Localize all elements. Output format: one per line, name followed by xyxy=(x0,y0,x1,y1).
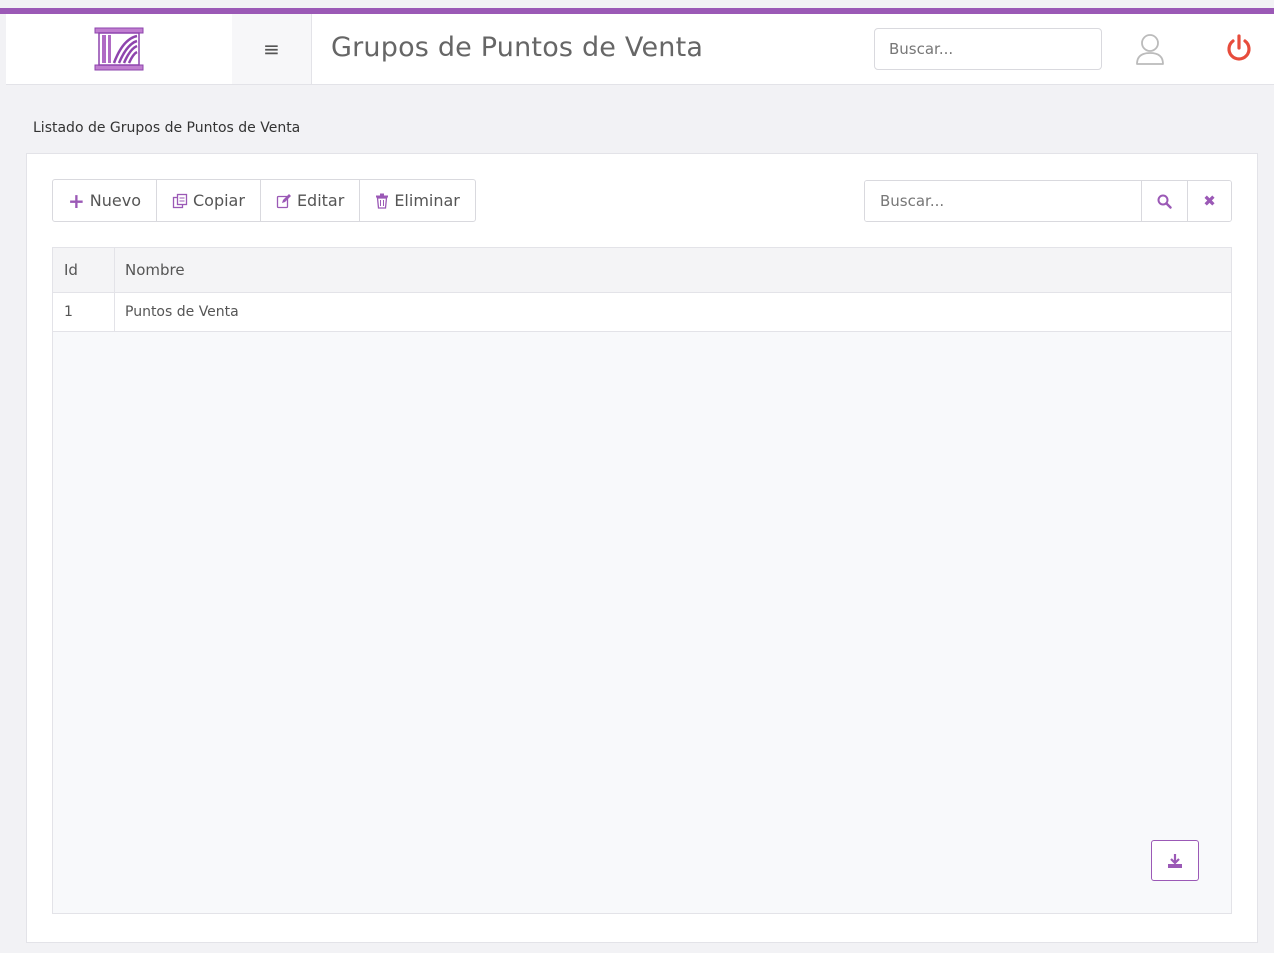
grid-search-group: ✖ xyxy=(864,180,1232,222)
copy-icon xyxy=(172,193,188,209)
user-icon[interactable] xyxy=(1134,32,1166,66)
trash-icon xyxy=(375,193,389,209)
power-icon[interactable] xyxy=(1225,34,1253,64)
grid-header-row: Id Nombre xyxy=(53,248,1231,293)
column-header-nombre[interactable]: Nombre xyxy=(115,248,1231,292)
clear-search-button[interactable]: ✖ xyxy=(1187,181,1231,221)
data-grid: Id Nombre 1 Puntos de Venta xyxy=(52,247,1232,914)
cell-nombre: Puntos de Venta xyxy=(125,304,239,320)
company-logo-icon xyxy=(94,27,144,71)
edit-button-label: Editar xyxy=(296,191,345,210)
edit-button[interactable]: Editar xyxy=(261,180,361,221)
edit-icon xyxy=(276,193,292,209)
plus-icon: + xyxy=(68,188,85,213)
new-button-label: Nuevo xyxy=(89,191,141,210)
table-row[interactable]: 1 Puntos de Venta xyxy=(53,293,1231,332)
breadcrumb: Listado de Grupos de Puntos de Venta xyxy=(33,120,301,136)
new-button[interactable]: + Nuevo xyxy=(53,180,157,221)
page-title: Grupos de Puntos de Venta xyxy=(331,32,704,63)
list-panel: + Nuevo Copiar Editar Eliminar ✖ xyxy=(26,153,1258,943)
export-button[interactable] xyxy=(1151,840,1199,881)
search-button[interactable] xyxy=(1141,181,1187,221)
search-icon xyxy=(1157,194,1172,209)
grid-search-input[interactable] xyxy=(865,181,1141,221)
logo[interactable] xyxy=(6,14,232,84)
close-icon: ✖ xyxy=(1203,192,1216,210)
cell-id: 1 xyxy=(53,293,115,331)
column-header-id[interactable]: Id xyxy=(53,248,115,292)
app-header: ≡ Grupos de Puntos de Venta xyxy=(6,14,1274,85)
hamburger-icon: ≡ xyxy=(263,37,280,61)
delete-button[interactable]: Eliminar xyxy=(360,180,475,221)
menu-toggle-button[interactable]: ≡ xyxy=(232,14,312,84)
delete-button-label: Eliminar xyxy=(394,191,460,210)
action-toolbar: + Nuevo Copiar Editar Eliminar xyxy=(52,179,476,222)
download-icon xyxy=(1168,853,1182,868)
header-search-input[interactable] xyxy=(874,28,1102,70)
copy-button[interactable]: Copiar xyxy=(157,180,261,221)
copy-button-label: Copiar xyxy=(192,191,245,210)
